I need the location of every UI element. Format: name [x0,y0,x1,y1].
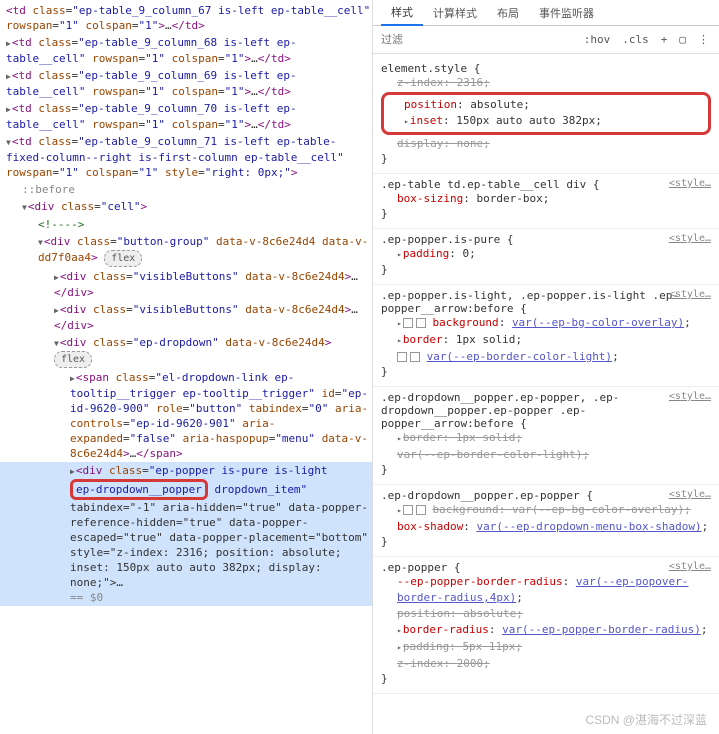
rule-source[interactable]: <style… [669,391,711,402]
rule-source[interactable]: <style… [669,178,711,189]
rule-source[interactable]: <style… [669,489,711,500]
selector[interactable]: .ep-dropdown__popper.ep-popper { [381,489,711,502]
css-rule[interactable]: <style….ep-table td.ep-table__cell div {… [373,174,719,229]
elements-panel[interactable]: <td class="ep-table_9_column_67 is-left … [0,0,373,734]
declaration[interactable]: z-index: 2316; [381,75,711,91]
css-rule[interactable]: <style….ep-dropdown__popper.ep-popper {▸… [373,485,719,557]
declaration[interactable]: z-index: 2000; [381,656,711,672]
styles-pane[interactable]: element.style {z-index: 2316;position: a… [373,54,719,734]
selector[interactable]: .ep-popper.is-light, .ep-popper.is-light… [381,289,711,315]
selector[interactable]: element.style { [381,62,711,75]
css-rule[interactable]: <style….ep-popper.is-light, .ep-popper.i… [373,285,719,387]
declaration[interactable]: position: absolute; [388,97,704,113]
rule-source[interactable]: <style… [669,233,711,244]
dom-node[interactable]: <td class="ep-table_9_column_67 is-left … [0,2,372,34]
rule-source[interactable]: <style… [669,561,711,572]
rule-source[interactable]: <style… [669,289,711,300]
flex-badge[interactable]: flex [104,250,142,267]
css-rule[interactable]: <style….ep-popper {--ep-popper-border-ra… [373,557,719,694]
dom-node[interactable]: ▶<td class="ep-table_9_column_70 is-left… [0,100,372,133]
declaration[interactable]: display: none; [381,136,711,152]
declaration[interactable]: var(--ep-border-color-light); [381,447,711,463]
more-icon[interactable]: ⋮ [694,31,713,48]
dom-node[interactable]: ▶<td class="ep-table_9_column_69 is-left… [0,67,372,100]
dom-node[interactable]: ▶<div class="visibleButtons" data-v-8c6e… [0,268,372,301]
dom-node[interactable]: ▼<td class="ep-table_9_column_71 is-left… [0,133,372,181]
declaration[interactable]: --ep-popper-border-radius: var(--ep-popo… [381,574,711,606]
dom-node-selected[interactable]: ▶<div class="ep-popper is-pure is-light … [0,462,372,606]
declaration[interactable]: ▸ background: var(--ep-bg-color-overlay)… [381,315,711,332]
cls-button[interactable]: .cls [618,31,653,48]
css-rule[interactable]: element.style {z-index: 2316;position: a… [373,58,719,174]
selector[interactable]: .ep-popper { [381,561,711,574]
css-rule[interactable]: <style….ep-dropdown__popper.ep-popper, .… [373,387,719,485]
dom-node[interactable]: ▼<div class="cell"> [0,198,372,216]
styles-toolbar: :hov .cls + ▢ ⋮ [373,26,719,54]
tab-computed[interactable]: 计算样式 [423,1,487,25]
declaration[interactable]: position: absolute; [381,606,711,622]
declaration[interactable]: box-shadow: var(--ep-dropdown-menu-box-s… [381,519,711,535]
declaration[interactable]: ▸padding: 0; [381,246,711,263]
declaration[interactable]: box-sizing: border-box; [381,191,711,207]
device-icon[interactable]: ▢ [675,31,690,48]
tab-layout[interactable]: 布局 [487,1,529,25]
declaration[interactable]: var(--ep-border-color-light); [381,349,711,365]
declaration[interactable]: ▸border: 1px solid; [381,332,711,349]
declaration[interactable]: ▸border: 1px solid; [381,430,711,447]
declaration[interactable]: ▸ background: var(--ep-bg-color-overlay)… [381,502,711,519]
selector[interactable]: .ep-popper.is-pure { [381,233,711,246]
styles-panel-container: 样式 计算样式 布局 事件监听器 :hov .cls + ▢ ⋮ element… [373,0,719,734]
css-rule[interactable]: <style….ep-popper.is-pure {▸padding: 0;} [373,229,719,285]
comment-node[interactable]: <!----> [0,216,372,233]
flex-badge[interactable]: flex [54,351,92,368]
dom-node[interactable]: ▶<span class="el-dropdown-link ep-toolti… [0,369,372,462]
pseudo-before[interactable]: ::before [0,181,372,198]
selector[interactable]: .ep-table td.ep-table__cell div { [381,178,711,191]
declaration[interactable]: ▸padding: 5px 11px; [381,639,711,656]
styles-tabs: 样式 计算样式 布局 事件监听器 [373,0,719,26]
dom-node[interactable]: ▼<div class="button-group" data-v-8c6e24… [0,233,372,268]
hov-button[interactable]: :hov [580,31,615,48]
declaration[interactable]: ▸inset: 150px auto auto 382px; [388,113,704,130]
dom-node[interactable]: ▼<div class="ep-dropdown" data-v-8c6e24d… [0,334,372,369]
declaration[interactable]: ▸border-radius: var(--ep-popper-border-r… [381,622,711,639]
dom-node[interactable]: ▶<td class="ep-table_9_column_68 is-left… [0,34,372,67]
highlighted-declarations: position: absolute;▸inset: 150px auto au… [381,92,711,135]
dom-node[interactable]: ▶<div class="visibleButtons" data-v-8c6e… [0,301,372,334]
tab-styles[interactable]: 样式 [381,0,423,26]
tab-event-listeners[interactable]: 事件监听器 [529,1,604,25]
filter-input[interactable] [379,32,576,48]
selector[interactable]: .ep-dropdown__popper.ep-popper, .ep-drop… [381,391,711,430]
new-rule-button[interactable]: + [657,31,672,48]
